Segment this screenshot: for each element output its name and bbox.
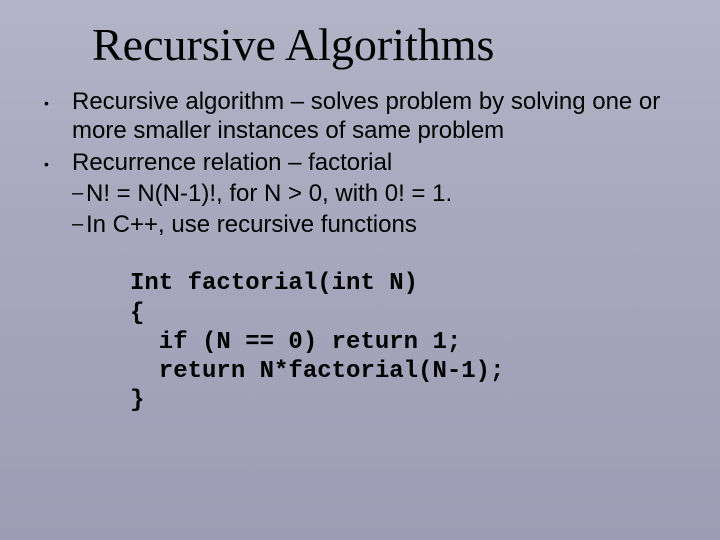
sub-bullet-text: N! = N(N-1)!, for N > 0, with 0! = 1. xyxy=(86,179,680,208)
bullet-body: Recurrence relation – factorial – N! = N… xyxy=(72,148,720,240)
bullet-text: Recursive algorithm – solves problem by … xyxy=(72,87,720,146)
sub-bullet-item: – N! = N(N-1)!, for N > 0, with 0! = 1. xyxy=(72,179,680,208)
bullet-text: Recurrence relation – factorial xyxy=(72,148,680,177)
bullet-item: • Recursive algorithm – solves problem b… xyxy=(42,87,720,146)
bullet-item: • Recurrence relation – factorial – N! =… xyxy=(42,148,720,240)
dash-marker-icon: – xyxy=(72,210,86,236)
slide-title: Recursive Algorithms xyxy=(0,0,720,83)
sub-bullet-text: In C++, use recursive functions xyxy=(86,210,680,239)
bullet-marker-icon: • xyxy=(42,148,72,173)
sub-bullet-item: – In C++, use recursive functions xyxy=(72,210,680,239)
code-block: Int factorial(int N) { if (N == 0) retur… xyxy=(130,269,720,415)
dash-marker-icon: – xyxy=(72,179,86,205)
bullet-list: • Recursive algorithm – solves problem b… xyxy=(42,87,720,239)
bullet-marker-icon: • xyxy=(42,87,72,112)
